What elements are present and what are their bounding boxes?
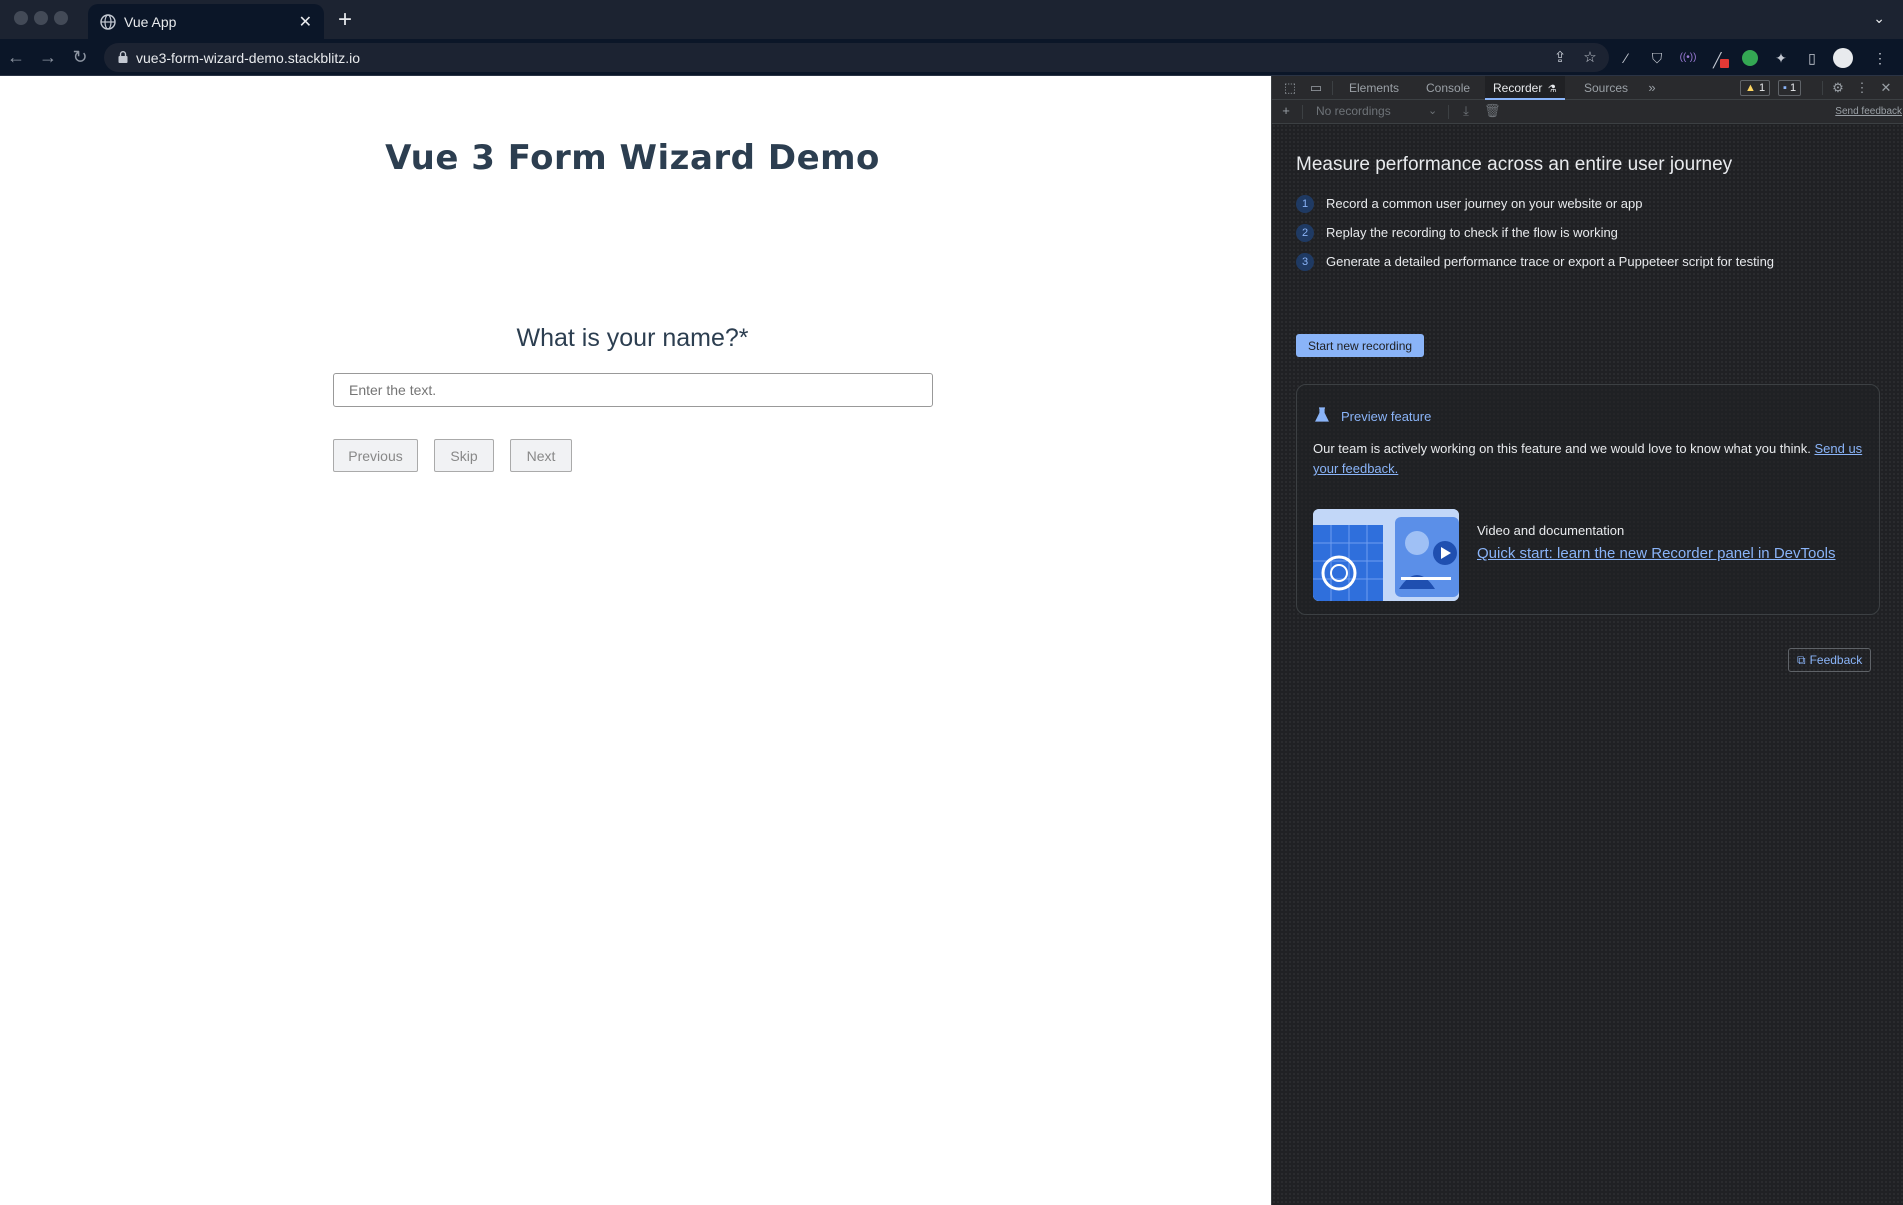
close-devtools-icon[interactable]: ✕	[1878, 80, 1894, 96]
step-text: Record a common user journey on your web…	[1326, 196, 1643, 211]
step-number: 2	[1296, 224, 1314, 242]
web-page: Vue 3 Form Wizard Demo What is your name…	[0, 76, 1271, 1205]
chevron-down-icon[interactable]: ⌄	[1428, 104, 1437, 117]
new-tab-plus-icon[interactable]: +	[338, 6, 352, 34]
messages-count: 1	[1789, 82, 1797, 94]
flask-icon: ⚗	[1547, 84, 1557, 95]
delete-trash-icon[interactable]: 🗑	[1484, 103, 1501, 119]
devtools-tab-recorder-label: Recorder	[1493, 81, 1543, 95]
window-zoom-dot[interactable]	[54, 11, 68, 25]
video-docs-label: Video and documentation	[1477, 523, 1625, 538]
browser-tab-strip: Vue App ✕ + ⌄	[0, 0, 1903, 39]
send-feedback-link[interactable]: Send feedback	[1835, 106, 1902, 117]
url-text: vue3-form-wizard-demo.stackblitz.io	[136, 50, 361, 66]
tab-search-chevron-icon[interactable]: ⌄	[1873, 10, 1885, 27]
address-bar[interactable]: vue3-form-wizard-demo.stackblitz.io ⇪ ☆	[104, 43, 1609, 72]
forward-arrow-icon[interactable]: →	[36, 45, 60, 69]
devtools-tab-sources[interactable]: Sources	[1576, 76, 1636, 100]
recorder-toolbar: + No recordings ⌄ ⤓ 🗑 Send feedback	[1272, 100, 1903, 124]
side-panel-icon[interactable]: ▯	[1802, 48, 1822, 68]
reload-icon[interactable]: ↻	[68, 45, 92, 69]
extension-eyedropper-icon[interactable]: ╱	[1709, 48, 1729, 68]
next-button[interactable]: Next	[510, 439, 572, 472]
back-arrow-icon[interactable]: ←	[4, 45, 28, 69]
messages-badge[interactable]: ▪ 1	[1778, 80, 1802, 96]
devtools-panel: ⬚ ▭ Elements Console Recorder ⚗ ✕ Source…	[1271, 76, 1903, 1205]
settings-gear-icon[interactable]: ⚙	[1830, 80, 1846, 96]
devtools-tab-bar: ⬚ ▭ Elements Console Recorder ⚗ ✕ Source…	[1272, 76, 1903, 121]
warnings-badge[interactable]: ▲ 1	[1740, 80, 1771, 96]
video-thumbnail-illustration	[1313, 509, 1459, 601]
browser-menu-icon[interactable]: ⋮	[1870, 48, 1890, 68]
extension-green-circle-icon[interactable]	[1740, 48, 1760, 68]
device-toolbar-icon[interactable]: ▭	[1308, 80, 1324, 96]
skip-button[interactable]: Skip	[434, 439, 494, 472]
extension-pen-icon[interactable]: ⁄	[1616, 48, 1636, 68]
name-input[interactable]	[333, 373, 933, 407]
devtools-tab-elements[interactable]: Elements	[1341, 76, 1407, 100]
preview-description-text: Our team is actively working on this fea…	[1313, 441, 1811, 456]
inspect-element-icon[interactable]: ⬚	[1282, 80, 1298, 96]
add-recording-icon[interactable]: +	[1278, 103, 1294, 119]
browser-toolbar: ← → ↻ vue3-form-wizard-demo.stackblitz.i…	[0, 39, 1903, 76]
extension-shield-icon[interactable]: ⛉	[1647, 48, 1667, 68]
devtools-tab-recorder[interactable]: Recorder ⚗ ✕	[1485, 76, 1565, 121]
export-download-icon[interactable]: ⤓	[1458, 103, 1474, 119]
profile-avatar[interactable]	[1833, 48, 1853, 68]
page-title: Vue 3 Form Wizard Demo	[385, 138, 880, 178]
step-text: Replay the recording to check if the flo…	[1326, 225, 1618, 240]
feedback-label: Feedback	[1809, 652, 1863, 667]
tab-title: Vue App	[124, 14, 177, 30]
more-tabs-chevron-icon[interactable]: »	[1644, 80, 1660, 96]
recorder-landing: Measure performance across an entire use…	[1272, 124, 1903, 1205]
step-number: 3	[1296, 253, 1314, 271]
browser-tab[interactable]: Vue App ✕	[88, 4, 324, 39]
lock-icon	[118, 51, 128, 63]
devtools-tab-console[interactable]: Console	[1418, 76, 1478, 100]
devtools-menu-icon[interactable]: ⋮	[1854, 80, 1870, 96]
flask-icon	[1315, 407, 1329, 422]
recordings-select[interactable]: No recordings	[1316, 104, 1391, 118]
extension-wave-icon[interactable]: ((•))	[1678, 48, 1698, 68]
step-text: Generate a detailed performance trace or…	[1326, 254, 1775, 269]
previous-button[interactable]: Previous	[333, 439, 418, 472]
message-icon: ▪	[1783, 82, 1787, 94]
video-thumbnail[interactable]	[1313, 509, 1459, 601]
window-close-dot[interactable]	[14, 11, 28, 25]
bookmark-star-icon[interactable]: ☆	[1581, 49, 1599, 67]
tab-close-icon[interactable]: ✕	[299, 12, 312, 32]
preview-feature-card: Preview feature Our team is actively wor…	[1296, 384, 1880, 615]
feedback-icon: ⧉	[1797, 652, 1806, 667]
globe-icon	[100, 14, 116, 30]
extensions-puzzle-icon[interactable]: ✦	[1771, 48, 1791, 68]
question-label: What is your name?*	[516, 324, 749, 352]
start-new-recording-button[interactable]: Start new recording	[1296, 334, 1425, 357]
share-icon[interactable]: ⇪	[1551, 49, 1569, 67]
recorder-heading: Measure performance across an entire use…	[1296, 154, 1733, 175]
warning-icon: ▲	[1745, 82, 1756, 94]
quick-start-link[interactable]: Quick start: learn the new Recorder pane…	[1477, 545, 1836, 562]
warnings-count: 1	[1758, 82, 1766, 94]
window-minimize-dot[interactable]	[34, 11, 48, 25]
preview-feature-title: Preview feature	[1341, 409, 1432, 424]
feedback-button[interactable]: ⧉ Feedback	[1788, 648, 1872, 672]
preview-feature-description: Our team is actively working on this fea…	[1313, 439, 1873, 479]
step-number: 1	[1296, 195, 1314, 213]
